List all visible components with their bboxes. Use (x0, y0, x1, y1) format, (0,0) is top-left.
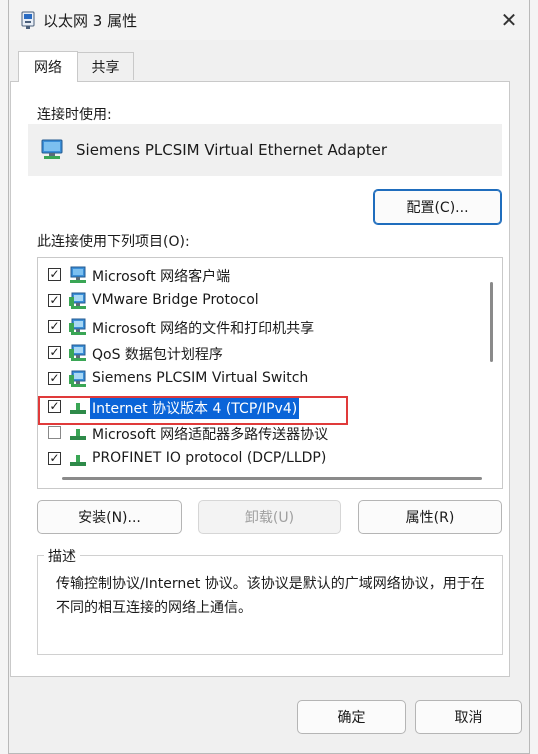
item-label: PROFINET IO protocol (DCP/LLDP) (92, 450, 327, 466)
protocol-icon (68, 450, 88, 468)
horizontal-scrollbar[interactable] (62, 477, 482, 480)
item-label: QoS 数据包计划程序 (92, 347, 223, 363)
window-title: 以太网 3 属性 (43, 12, 138, 30)
close-button[interactable]: ✕ (495, 6, 523, 34)
network-service-icon (68, 292, 88, 310)
ok-button[interactable]: 确定 (297, 700, 406, 734)
tab-sharing-label: 共享 (91, 59, 120, 76)
tab-network-label: 网络 (34, 60, 62, 76)
network-adapter-icon (41, 139, 63, 159)
vertical-scrollbar[interactable] (490, 282, 493, 362)
item-label: Microsoft 网络适配器多路传送器协议 (92, 427, 329, 443)
network-adapter-icon (21, 11, 35, 29)
network-service-icon (68, 370, 88, 388)
tab-sharing[interactable]: 共享 (77, 52, 134, 80)
item-checkbox[interactable]: ✓ (48, 372, 61, 385)
connect-using-label: 连接时使用: (37, 107, 112, 123)
item-checkbox[interactable] (48, 426, 61, 439)
list-item[interactable]: ✓ Siemens PLCSIM Virtual Switch (38, 366, 478, 392)
item-checkbox[interactable]: ✓ (48, 268, 61, 281)
list-item[interactable]: ✓ QoS 数据包计划程序 (38, 340, 478, 366)
item-label: VMware Bridge Protocol (92, 292, 259, 308)
list-item[interactable]: ✓ Microsoft 网络的文件和打印机共享 (38, 314, 478, 340)
description-text: 传输控制协议/Internet 协议。该协议是默认的广域网络协议，用于在不同的相… (56, 576, 485, 616)
close-icon: ✕ (500, 8, 518, 32)
item-checkbox[interactable]: ✓ (48, 294, 61, 307)
adapter-name: Siemens PLCSIM Virtual Ethernet Adapter (76, 141, 388, 159)
network-service-icon (68, 344, 88, 362)
item-checkbox[interactable]: ✓ (48, 320, 61, 333)
network-service-icon (68, 318, 88, 336)
components-list[interactable]: ✓ Microsoft 网络客户端 ✓ VMware Bridge Protocol ✓… (37, 257, 503, 489)
title-bar[interactable]: 以太网 3 属性 ✕ (9, 0, 529, 40)
network-client-icon (68, 266, 88, 284)
item-label: Siemens PLCSIM Virtual Switch (92, 370, 309, 386)
properties-button[interactable]: 属性(R) (358, 500, 502, 534)
list-item[interactable]: ✓ Microsoft 网络客户端 (38, 262, 478, 288)
adapter-display: Siemens PLCSIM Virtual Ethernet Adapter (28, 124, 502, 176)
items-label: 此连接使用下列项目(O): (37, 234, 190, 250)
item-label: Microsoft 网络的文件和打印机共享 (92, 321, 315, 337)
description-title: 描述 (44, 546, 80, 566)
item-checkbox[interactable]: ✓ (48, 346, 61, 359)
protocol-icon (68, 424, 88, 442)
tab-network[interactable]: 网络 (18, 51, 78, 82)
cancel-button[interactable]: 取消 (415, 700, 522, 734)
uninstall-button[interactable]: 卸载(U) (198, 500, 341, 534)
install-button[interactable]: 安装(N)... (37, 500, 182, 534)
highlight-annotation (38, 396, 348, 425)
item-checkbox[interactable]: ✓ (48, 452, 61, 465)
configure-button[interactable]: 配置(C)... (373, 189, 502, 225)
list-item[interactable]: ✓ VMware Bridge Protocol (38, 288, 478, 314)
item-label: Microsoft 网络客户端 (92, 269, 231, 285)
list-item[interactable]: ✓ PROFINET IO protocol (DCP/LLDP) (38, 446, 478, 472)
